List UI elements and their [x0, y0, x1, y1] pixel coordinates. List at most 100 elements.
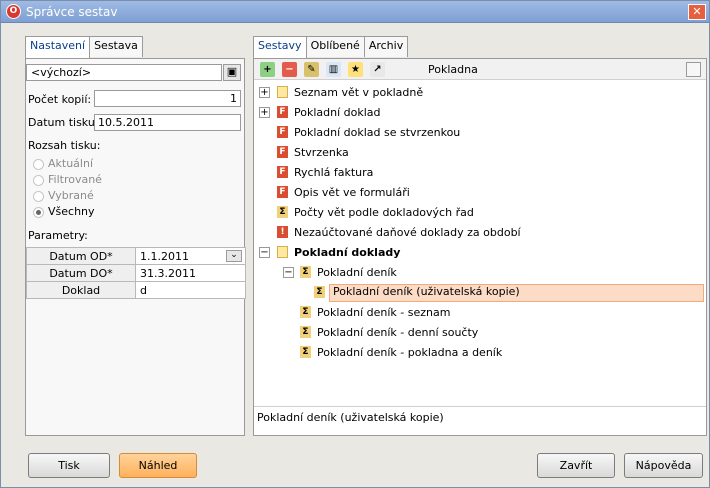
print-date-label: Datum tisku: [28, 116, 99, 129]
delete-report-icon[interactable]: − [282, 62, 297, 77]
selected-tree-label[interactable]: Pokladní deník (uživatelská kopie) [329, 284, 704, 302]
parameter-row[interactable]: Datum OD* 1.1.2011 ⌄ [26, 247, 246, 265]
toolbar-settings-icon[interactable] [686, 62, 701, 77]
parameters-label: Parametry: [28, 229, 88, 242]
right-tabs: Sestavy Oblíbené Archiv [253, 36, 409, 59]
folder-icon [277, 86, 288, 98]
edit-report-icon[interactable]: ✎ [304, 62, 319, 77]
tree-item[interactable]: F Opis vět ve formuláři [254, 183, 706, 203]
export-icon[interactable]: ↗ [370, 62, 385, 77]
radio-all[interactable] [33, 207, 44, 218]
report-icon: F [277, 166, 288, 178]
tree-item[interactable]: Σ Počty vět podle dokladových řad [254, 203, 706, 223]
range-label: Rozsah tisku: [28, 139, 101, 152]
settings-panel: Nastavení Sestava <výchozí> ▣ Počet kopi… [25, 36, 246, 436]
expand-icon[interactable]: + [259, 107, 270, 118]
parameter-row[interactable]: Datum DO* 31.3.2011 [26, 264, 246, 282]
tree-label: Stvrzenka [294, 146, 349, 159]
left-tabs: Nastavení Sestava [25, 36, 143, 59]
reports-toolbar: + − ✎ ▥ ★ ↗ Pokladna [254, 59, 706, 80]
tree-label: Pokladní deník - pokladna a deník [317, 346, 503, 359]
report-description: Pokladní deník (uživatelská kopie) [254, 406, 706, 437]
tree-label: Pokladní doklady [294, 246, 401, 259]
parameter-value[interactable]: 31.3.2011 [135, 264, 246, 282]
tab-reports[interactable]: Sestavy [253, 36, 307, 59]
radio-selected[interactable] [33, 191, 44, 202]
tree-item[interactable]: − Σ Pokladní deník [254, 263, 706, 283]
tab-settings[interactable]: Nastavení [25, 36, 91, 59]
preset-dropdown[interactable]: <výchozí> [26, 64, 222, 81]
sum-icon: Σ [314, 286, 325, 298]
tree-label: Počty vět podle dokladových řad [294, 206, 474, 219]
parameter-row[interactable]: Doklad d [26, 281, 246, 299]
parameter-value[interactable]: d [135, 281, 246, 299]
collapse-icon[interactable]: − [283, 267, 294, 278]
tree-item[interactable]: Σ Pokladní deník - pokladna a deník [254, 343, 706, 363]
parameter-value[interactable]: 1.1.2011 ⌄ [135, 247, 246, 265]
tree-label: Opis vět ve formuláři [294, 186, 410, 199]
tree-item[interactable]: Σ Pokladní deník (uživatelská kopie) [254, 283, 706, 303]
report-icon: F [277, 186, 288, 198]
print-date-field[interactable]: 10.5.2011 [94, 114, 241, 131]
chevron-down-icon[interactable]: ⌄ [226, 250, 242, 262]
radio-current-label: Aktuální [48, 157, 94, 170]
sum-icon: Σ [277, 206, 288, 218]
collapse-icon[interactable]: − [259, 247, 270, 258]
chart-icon[interactable]: ▥ [326, 62, 341, 77]
tree-label: Pokladní doklad se stvrzenkou [294, 126, 461, 139]
preset-button[interactable]: ▣ [223, 64, 241, 81]
tree-label: Pokladní doklad [294, 106, 381, 119]
sum-icon: Σ [300, 306, 311, 318]
preview-button[interactable]: Náhled [119, 453, 197, 478]
help-button[interactable]: Nápověda [624, 453, 703, 478]
report-icon: F [277, 106, 288, 118]
parameters-table: Datum OD* 1.1.2011 ⌄ Datum DO* 31.3.2011… [26, 247, 246, 299]
print-button[interactable]: Tisk [28, 453, 110, 478]
copies-label: Počet kopií: [28, 93, 92, 106]
radio-selected-label: Vybrané [48, 189, 94, 202]
parameter-name: Datum DO* [26, 264, 136, 282]
reports-panel: Sestavy Oblíbené Archiv + − ✎ ▥ ★ ↗ Pokl… [253, 36, 707, 436]
tab-report[interactable]: Sestava [89, 36, 143, 57]
favorite-icon[interactable]: ★ [348, 62, 363, 77]
parameter-name: Doklad [26, 281, 136, 299]
copies-field[interactable]: 1 [94, 90, 241, 107]
radio-all-label: Všechny [48, 205, 95, 218]
radio-current[interactable] [33, 159, 44, 170]
tree-label: Pokladní deník - denní součty [317, 326, 479, 339]
window-title: Správce sestav [26, 5, 118, 19]
radio-filtered[interactable] [33, 175, 44, 186]
tree-item[interactable]: − Pokladní doklady [254, 243, 706, 263]
report-manager-window: O Správce sestav ✕ Nastavení Sestava <vý… [0, 0, 710, 488]
parameter-name: Datum OD* [26, 247, 136, 265]
close-button[interactable]: Zavřít [537, 453, 615, 478]
tree-item[interactable]: Σ Pokladní deník - seznam [254, 303, 706, 323]
warning-icon: ! [277, 226, 288, 238]
tree-item[interactable]: + F Pokladní doklad [254, 103, 706, 123]
sum-icon: Σ [300, 326, 311, 338]
tree-item[interactable]: Σ Pokladní deník - denní součty [254, 323, 706, 343]
tree-item[interactable]: F Rychlá faktura [254, 163, 706, 183]
radio-filtered-label: Filtrované [48, 173, 102, 186]
tree-item[interactable]: F Stvrzenka [254, 143, 706, 163]
tab-archive[interactable]: Archiv [363, 36, 409, 57]
close-icon[interactable]: ✕ [688, 4, 706, 20]
tree-item[interactable]: ! Nezaúčtované daňové doklady za období [254, 223, 706, 243]
folder-icon [277, 246, 288, 258]
report-icon: F [277, 126, 288, 138]
toolbar-context: Pokladna [428, 63, 478, 76]
date-from-value: 1.1.2011 [140, 249, 189, 263]
tree-label: Nezaúčtované daňové doklady za období [294, 226, 521, 239]
tab-favorites[interactable]: Oblíbené [305, 36, 365, 57]
title-bar[interactable]: O Správce sestav ✕ [1, 1, 709, 23]
tree-label: Rychlá faktura [294, 166, 374, 179]
expand-icon[interactable]: + [259, 87, 270, 98]
report-tree: + Seznam vět v pokladně + F Pokladní dok… [254, 83, 706, 383]
add-report-icon[interactable]: + [260, 62, 275, 77]
sum-icon: Σ [300, 346, 311, 358]
settings-content: <výchozí> ▣ Počet kopií: 1 Datum tisku: … [25, 58, 246, 436]
tree-item[interactable]: F Pokladní doklad se stvrzenkou [254, 123, 706, 143]
tree-item[interactable]: + Seznam vět v pokladně [254, 83, 706, 103]
reports-content: + − ✎ ▥ ★ ↗ Pokladna + Seznam vět v pokl… [253, 58, 707, 436]
app-icon: O [6, 4, 21, 19]
